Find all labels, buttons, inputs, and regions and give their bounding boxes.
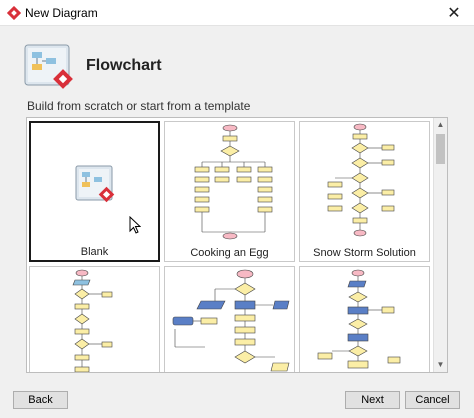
scroll-up-icon[interactable]: ▲ bbox=[434, 118, 447, 132]
window-title: New Diagram bbox=[25, 6, 98, 20]
next-button[interactable]: Next bbox=[345, 391, 400, 409]
close-icon: ✕ bbox=[447, 5, 461, 22]
template-gallery: Blank Cooking an Egg Snow Storm Solution… bbox=[26, 117, 448, 373]
template-tile-snow-storm-solution[interactable]: Snow Storm Solution bbox=[299, 121, 430, 262]
flowchart-thumbnail bbox=[172, 269, 290, 372]
back-button[interactable]: Back bbox=[13, 391, 68, 409]
app-logo-icon bbox=[7, 6, 21, 20]
gallery-scrollbar[interactable]: ▲ ▼ bbox=[433, 118, 447, 372]
flowchart-thumbnail bbox=[72, 269, 113, 372]
title-bar: New Diagram ✕ bbox=[0, 0, 474, 26]
template-tile-6[interactable] bbox=[299, 266, 430, 372]
flowchart-diagram-icon bbox=[24, 44, 73, 89]
scroll-down-icon[interactable]: ▼ bbox=[434, 358, 447, 372]
template-tile-blank[interactable]: Blank bbox=[29, 121, 160, 262]
template-tile-5[interactable] bbox=[164, 266, 295, 372]
flowchart-thumbnail bbox=[317, 269, 401, 369]
cooking-egg-thumbnail bbox=[194, 124, 273, 240]
close-button[interactable]: ✕ bbox=[434, 0, 474, 26]
page-title: Flowchart bbox=[86, 57, 162, 74]
template-tile-cooking-an-egg[interactable]: Cooking an Egg bbox=[164, 121, 295, 262]
template-label: Snow Storm Solution bbox=[313, 247, 416, 259]
subtitle: Build from scratch or start from a templ… bbox=[27, 99, 251, 113]
template-label: Blank bbox=[80, 246, 109, 258]
scrollbar-thumb[interactable] bbox=[436, 134, 445, 164]
template-tile-4[interactable] bbox=[29, 266, 160, 372]
mouse-cursor-icon bbox=[129, 216, 141, 234]
cancel-button[interactable]: Cancel bbox=[405, 391, 460, 409]
template-label: Cooking an Egg bbox=[190, 247, 269, 259]
snow-storm-thumbnail bbox=[327, 123, 395, 237]
